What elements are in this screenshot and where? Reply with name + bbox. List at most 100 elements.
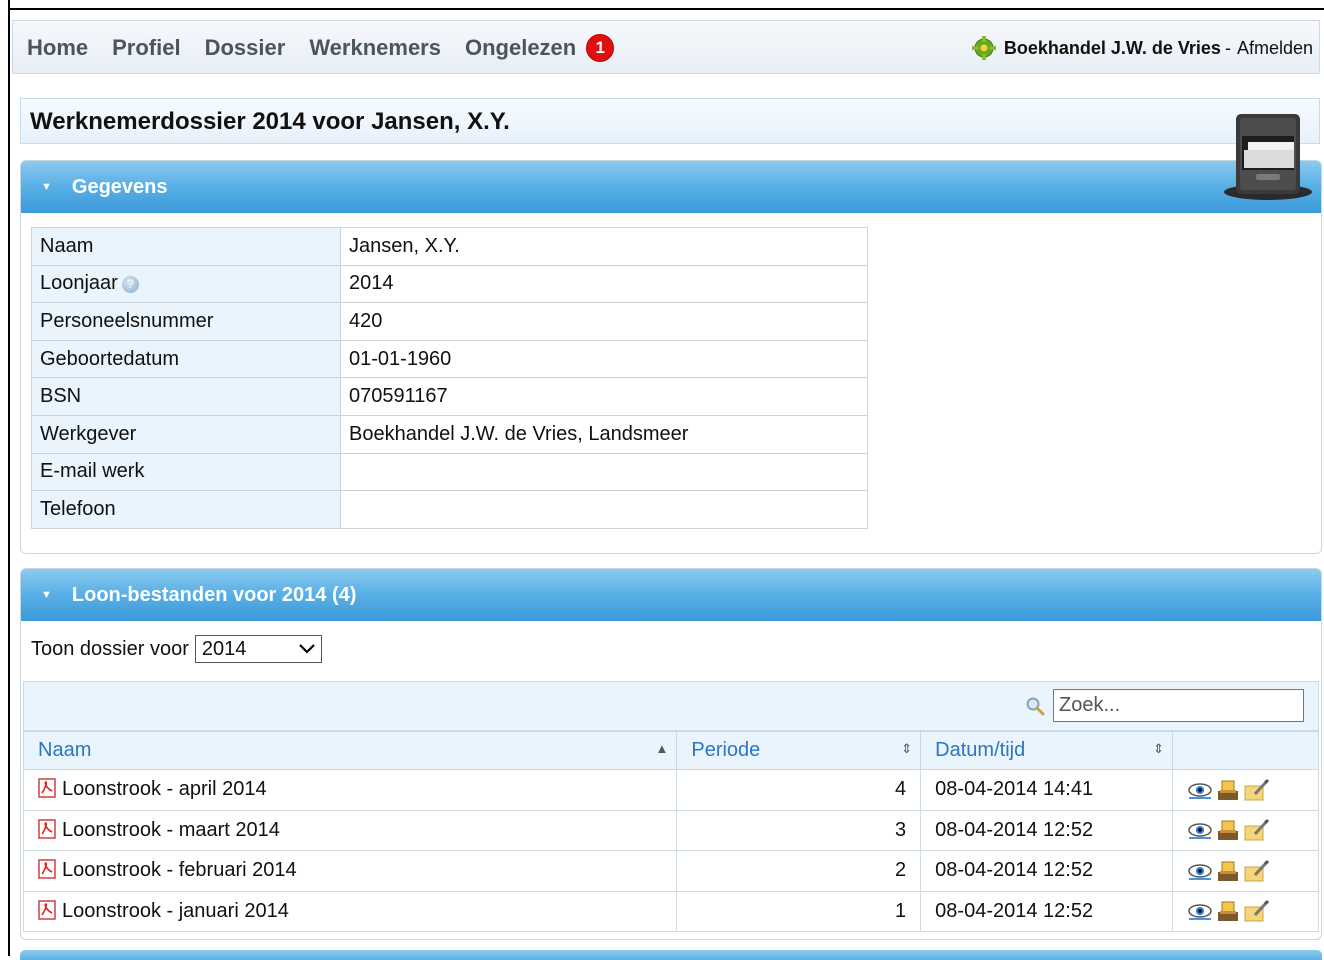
info-row: Geboortedatum 01-01-1960 — [31, 339, 868, 379]
row-actions — [1187, 899, 1304, 923]
year-select[interactable]: 2014 — [194, 635, 322, 663]
gegevens-panel-header[interactable]: ▼ Gegevens — [21, 161, 1321, 213]
info-label: Werkgever — [31, 414, 341, 454]
info-label-cell: Loonjaar? — [31, 264, 341, 304]
download-tray-icon[interactable] — [1215, 859, 1241, 883]
edit-folder-icon[interactable] — [1243, 859, 1269, 883]
nav-profiel[interactable]: Profiel — [112, 35, 180, 61]
info-row: Naam Jansen, X.Y. — [31, 227, 868, 266]
table-row[interactable]: Loonstrook - april 2014 4 08-04-2014 14:… — [22, 769, 1319, 811]
top-nav: Home Profiel Dossier Werknemers Ongeleze… — [12, 20, 1320, 74]
page-title: Werknemerdossier 2014 voor Jansen, X.Y. — [20, 98, 1320, 144]
search-input[interactable] — [1053, 689, 1304, 722]
info-value — [340, 452, 868, 492]
collapse-triangle-icon: ▼ — [41, 181, 52, 193]
loon-panel-header[interactable]: ▼ Loon-bestanden voor 2014 (4) — [21, 569, 1321, 621]
info-value: Boekhandel J.W. de Vries, Landsmeer — [340, 414, 868, 454]
datum-cell: 08-04-2014 12:52 — [920, 809, 1173, 851]
datum-cell: 08-04-2014 12:52 — [920, 890, 1173, 932]
column-header-naam-label: Naam — [38, 739, 92, 761]
file-name-cell[interactable]: Loonstrook - maart 2014 — [22, 809, 678, 851]
info-row: Loonjaar? 2014 — [31, 264, 868, 304]
nav-ongelezen[interactable]: Ongelezen — [465, 35, 576, 61]
periode-cell: 3 — [676, 809, 922, 851]
actions-cell — [1172, 850, 1319, 892]
edit-folder-icon[interactable] — [1243, 778, 1269, 802]
table-row[interactable]: Loonstrook - februari 2014 2 08-04-2014 … — [22, 850, 1319, 892]
logout-link[interactable]: Afmelden — [1237, 38, 1313, 59]
year-filter-label: Toon dossier voor — [31, 637, 189, 660]
view-eye-icon[interactable] — [1187, 818, 1213, 842]
next-panel-header — [20, 950, 1322, 960]
view-eye-icon[interactable] — [1187, 778, 1213, 802]
info-label: Geboortedatum — [31, 339, 341, 379]
user-separator: - — [1224, 37, 1231, 58]
edit-folder-icon[interactable] — [1243, 818, 1269, 842]
gegevens-table: Naam Jansen, X.Y. Loonjaar? 2014 Persone… — [31, 227, 868, 529]
column-header-datum-label: Datum/tijd — [935, 739, 1026, 761]
nav-werknemers[interactable]: Werknemers — [309, 35, 441, 61]
loon-panel: ▼ Loon-bestanden voor 2014 (4) Toon doss… — [20, 568, 1322, 940]
window-frame-left — [0, 0, 10, 956]
download-tray-icon[interactable] — [1215, 818, 1241, 842]
row-actions — [1187, 859, 1304, 883]
actions-cell — [1172, 769, 1319, 811]
grid-toolbar — [23, 681, 1319, 731]
file-name-cell[interactable]: Loonstrook - januari 2014 — [22, 890, 678, 932]
info-value — [340, 490, 868, 529]
sort-both-icon: ⇕ — [1153, 741, 1164, 756]
info-row: Personeelsnummer 420 — [31, 302, 868, 341]
info-row: BSN 070591167 — [31, 377, 868, 416]
pdf-icon — [38, 778, 56, 798]
datum-cell: 08-04-2014 12:52 — [920, 850, 1173, 892]
info-label: Personeelsnummer — [31, 302, 341, 341]
company-name: Boekhandel J.W. de Vries — [1003, 37, 1221, 58]
gegevens-title: Gegevens — [71, 175, 168, 198]
table-row[interactable]: Loonstrook - maart 2014 3 08-04-2014 12:… — [22, 809, 1319, 851]
pdf-icon — [38, 859, 56, 879]
download-tray-icon[interactable] — [1215, 899, 1241, 923]
download-tray-icon[interactable] — [1215, 778, 1241, 802]
year-select-value: 2014 — [201, 637, 247, 660]
info-label: Loonjaar — [40, 272, 118, 295]
file-name: Loonstrook - maart 2014 — [62, 818, 280, 841]
files-grid: Naam ▲ Periode ⇕ Datum/tijd ⇕ Loonstrook… — [22, 681, 1319, 932]
info-value: 01-01-1960 — [340, 339, 868, 379]
datum-cell: 08-04-2014 14:41 — [920, 769, 1173, 811]
info-row: Telefoon — [31, 490, 868, 529]
info-value: 420 — [340, 302, 868, 341]
view-eye-icon[interactable] — [1187, 859, 1213, 883]
info-label: BSN — [31, 377, 341, 416]
file-name-cell[interactable]: Loonstrook - april 2014 — [22, 769, 678, 811]
nav-home[interactable]: Home — [27, 35, 88, 61]
column-header-periode-label: Periode — [691, 739, 761, 761]
file-name-cell[interactable]: Loonstrook - februari 2014 — [22, 850, 678, 892]
files-table: Naam ▲ Periode ⇕ Datum/tijd ⇕ Loonstrook… — [22, 731, 1319, 932]
user-area: Boekhandel J.W. de Vries - Afmelden — [971, 21, 1313, 75]
periode-cell: 1 — [676, 890, 922, 932]
chevron-down-icon — [299, 644, 315, 654]
column-header-periode[interactable]: Periode ⇕ — [676, 731, 922, 770]
pdf-icon — [38, 900, 56, 920]
edit-folder-icon[interactable] — [1243, 899, 1269, 923]
unread-badge[interactable]: 1 — [586, 34, 615, 62]
info-value: Jansen, X.Y. — [340, 227, 868, 266]
column-header-datum[interactable]: Datum/tijd ⇕ — [920, 731, 1173, 770]
gegevens-panel: ▼ Gegevens Naam Jansen, X.Y. Loonjaar? 2… — [20, 160, 1322, 554]
view-eye-icon[interactable] — [1187, 899, 1213, 923]
table-row[interactable]: Loonstrook - januari 2014 1 08-04-2014 1… — [22, 890, 1319, 932]
row-actions — [1187, 818, 1304, 842]
pdf-icon — [38, 819, 56, 839]
actions-cell — [1172, 890, 1319, 932]
gear-icon — [971, 36, 996, 60]
info-value: 070591167 — [340, 377, 868, 416]
column-header-naam[interactable]: Naam ▲ — [22, 731, 678, 770]
column-header-actions — [1172, 731, 1319, 770]
file-name: Loonstrook - februari 2014 — [62, 859, 297, 882]
nav-dossier[interactable]: Dossier — [205, 35, 286, 61]
info-value: 2014 — [340, 264, 868, 304]
help-icon[interactable]: ? — [121, 275, 139, 293]
info-label: E-mail werk — [31, 452, 341, 492]
collapse-triangle-icon: ▼ — [41, 589, 52, 601]
actions-cell — [1172, 809, 1319, 851]
